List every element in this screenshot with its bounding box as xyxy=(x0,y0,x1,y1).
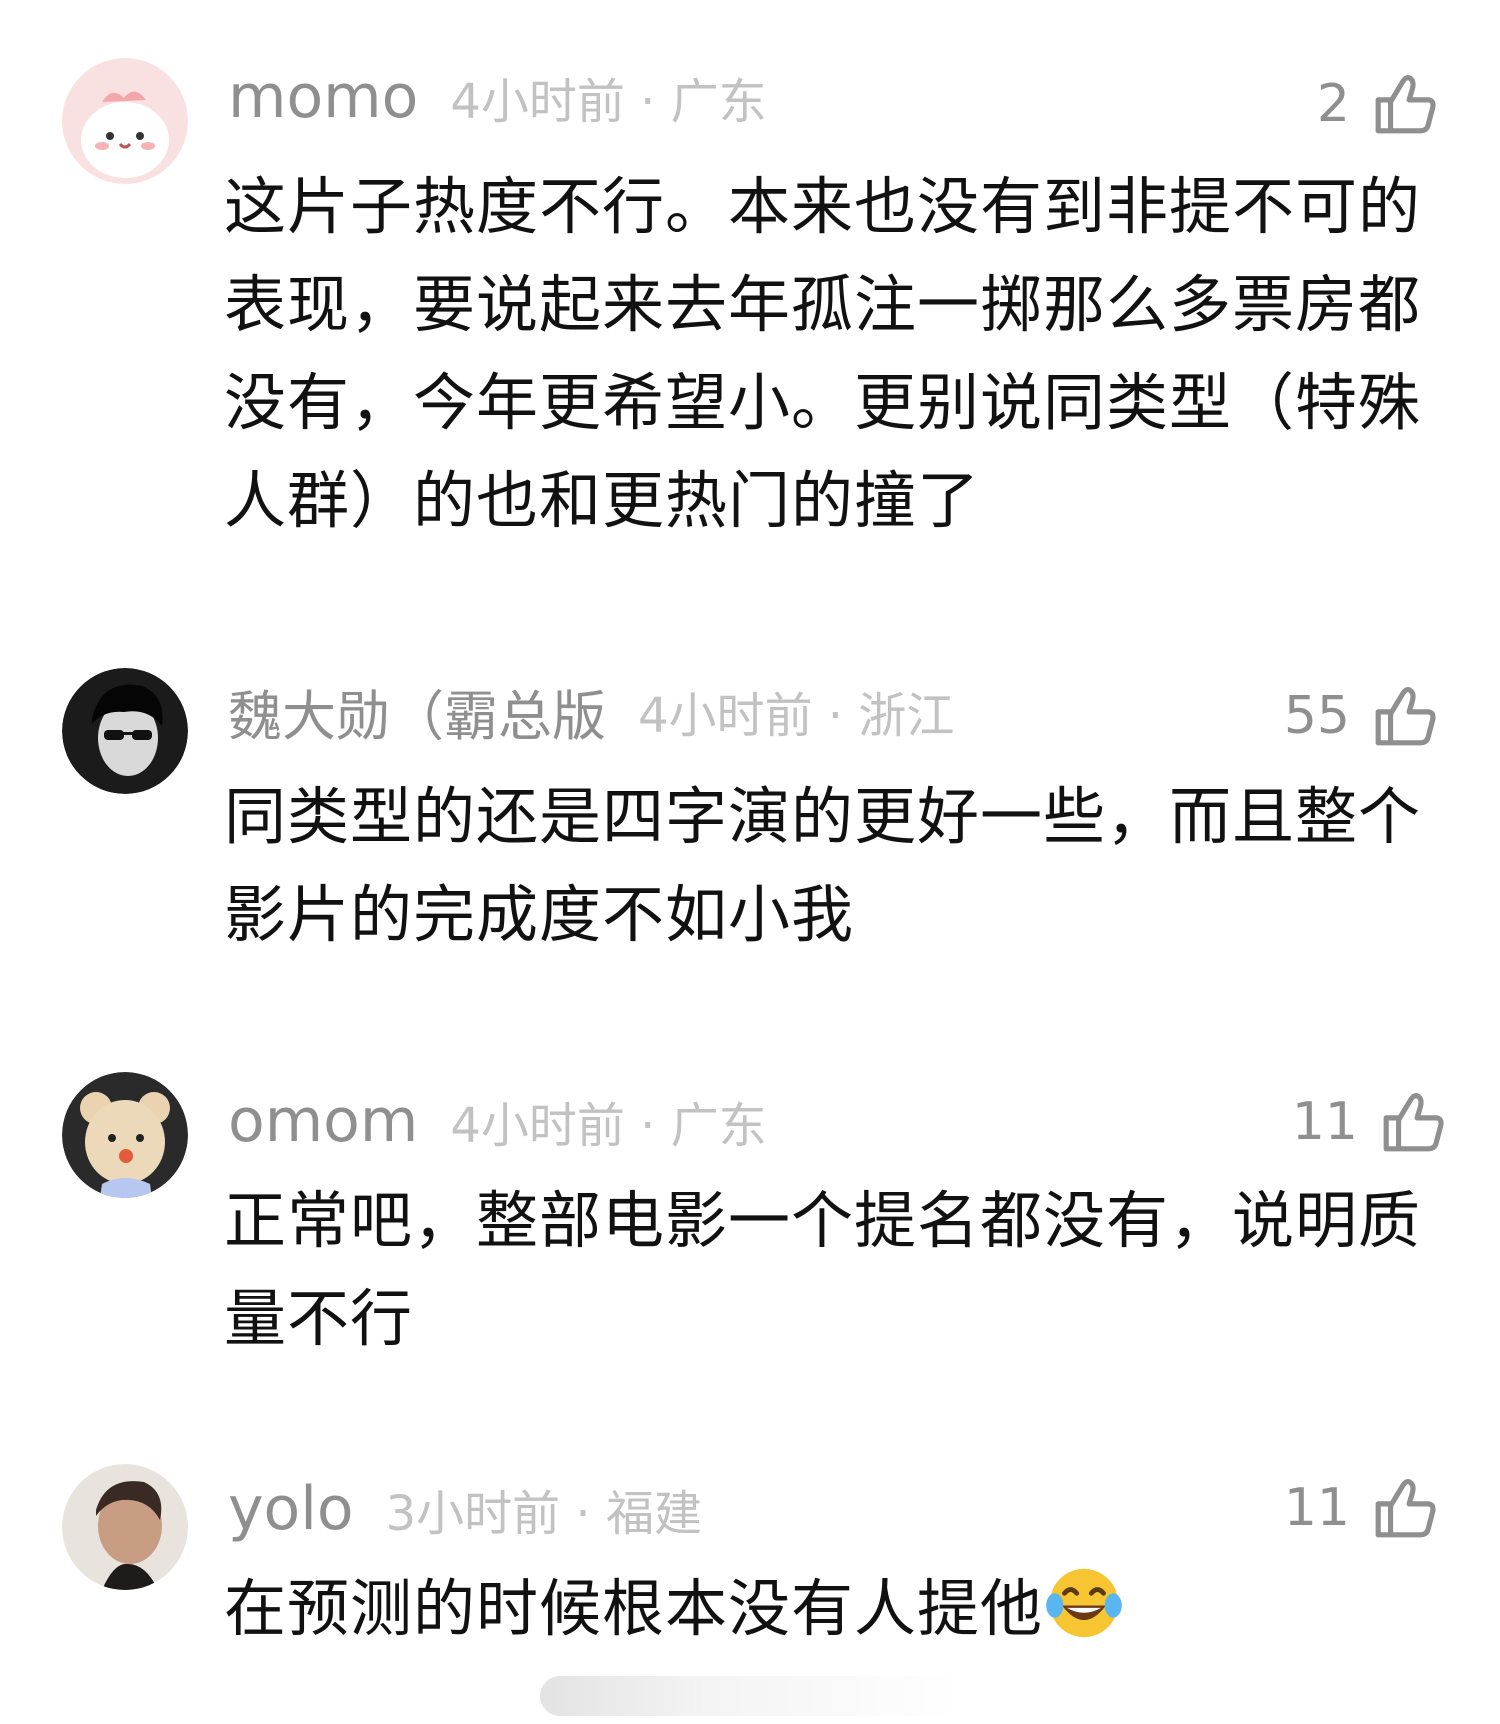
like-button[interactable]: 11 xyxy=(1292,1084,1446,1160)
like-button[interactable]: 11 xyxy=(1284,1470,1438,1546)
avatar[interactable] xyxy=(62,1464,188,1590)
thumbs-up-icon xyxy=(1375,75,1436,134)
time-location: 4小时前 · 广东 xyxy=(450,74,767,130)
comment-text-body: 在预测的时候根本没有人提他 xyxy=(224,1572,1044,1645)
like-button[interactable]: 55 xyxy=(1284,678,1438,754)
username[interactable]: momo xyxy=(228,62,418,132)
thumbs-up-icon xyxy=(1383,1093,1444,1152)
like-count: 55 xyxy=(1283,686,1350,746)
comment-text: 在预测的时候根本没有人提他 xyxy=(224,1560,1444,1658)
bottom-input-bar[interactable] xyxy=(540,1676,960,1716)
comment-meta: 魏大勋（霸总版 4小时前 · 浙江 xyxy=(228,676,955,748)
man-sunglasses-avatar-icon xyxy=(62,668,188,794)
avatar[interactable] xyxy=(62,1072,188,1198)
laughing-crying-emoji-icon xyxy=(1046,1568,1122,1638)
avatar[interactable] xyxy=(62,668,188,794)
comment-meta: momo 4小时前 · 广东 xyxy=(228,62,767,132)
time-location: 3小时前 · 福建 xyxy=(385,1486,702,1542)
time-location: 4小时前 · 广东 xyxy=(450,1098,767,1154)
username[interactable]: yolo xyxy=(228,1474,354,1544)
man-portrait-avatar-icon xyxy=(62,1464,188,1590)
like-count: 2 xyxy=(1316,74,1350,134)
teddy-bear-avatar-icon xyxy=(62,1072,188,1198)
like-button[interactable]: 2 xyxy=(1317,66,1438,142)
time-location: 4小时前 · 浙江 xyxy=(638,688,955,744)
like-count: 11 xyxy=(1291,1092,1358,1152)
avatar[interactable] xyxy=(62,58,188,184)
thumbs-up-icon xyxy=(1375,1479,1436,1538)
pink-cartoon-avatar-icon xyxy=(62,58,188,184)
username[interactable]: omom xyxy=(228,1086,418,1156)
comment-text: 这片子热度不行。本来也没有到非提不可的表现，要说起来去年孤注一掷那么多票房都没有… xyxy=(224,170,1422,537)
comment-meta: omom 4小时前 · 广东 xyxy=(228,1086,767,1156)
comment-text: 同类型的还是四字演的更好一些，而且整个影片的完成度不如小我 xyxy=(224,780,1422,951)
thumbs-up-icon xyxy=(1375,687,1436,746)
comment-text: 正常吧，整部电影一个提名都没有，说明质量不行 xyxy=(224,1184,1422,1355)
like-count: 11 xyxy=(1283,1478,1350,1538)
username[interactable]: 魏大勋（霸总版 xyxy=(228,672,606,751)
comment-meta: yolo 3小时前 · 福建 xyxy=(228,1474,702,1544)
